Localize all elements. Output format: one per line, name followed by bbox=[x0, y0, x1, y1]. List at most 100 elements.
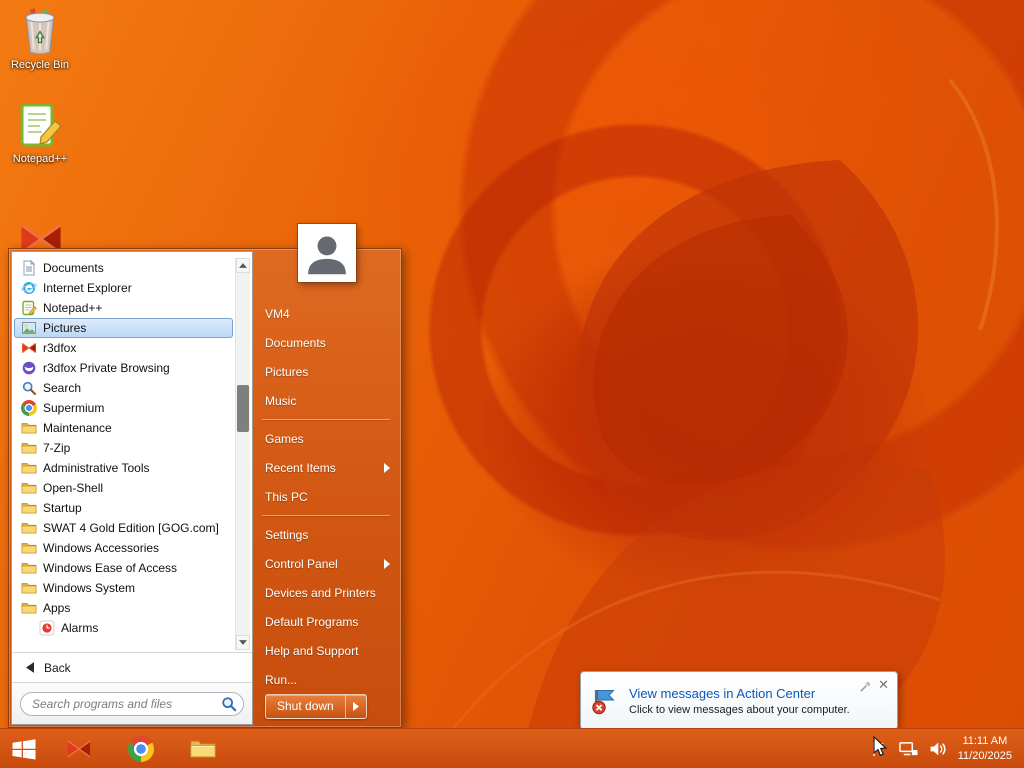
desktop-icon-recycle-bin[interactable]: Recycle Bin bbox=[4, 8, 76, 72]
notepadpp-desktop-icon bbox=[17, 102, 63, 150]
submenu-arrow-icon bbox=[384, 558, 390, 569]
folder-icon bbox=[21, 480, 37, 496]
start-menu-right-item[interactable]: Pictures bbox=[253, 357, 399, 386]
network-icon[interactable] bbox=[898, 741, 918, 757]
wrench-icon[interactable] bbox=[860, 679, 871, 692]
volume-icon[interactable] bbox=[929, 741, 948, 757]
right-item-label: Default Programs bbox=[265, 614, 359, 629]
taskbar-button-file-explorer[interactable] bbox=[172, 729, 234, 768]
start-menu-item[interactable]: Administrative Tools bbox=[14, 458, 233, 478]
start-menu-right-item[interactable]: Devices and Printers bbox=[253, 578, 399, 607]
start-menu-item-label: Windows System bbox=[43, 581, 136, 595]
start-menu-item[interactable]: Windows System bbox=[14, 578, 233, 598]
folder-icon bbox=[21, 500, 37, 516]
start-menu-item-label: Maintenance bbox=[43, 421, 112, 435]
start-menu-item-label: Pictures bbox=[43, 321, 87, 335]
start-menu-item[interactable]: Alarms bbox=[14, 618, 233, 638]
desktop-icon-label: Notepad++ bbox=[12, 153, 68, 165]
start-menu-right-item[interactable]: Recent Items bbox=[253, 453, 399, 482]
start-menu-item[interactable]: SWAT 4 Gold Edition [GOG.com] bbox=[14, 518, 233, 538]
taskbar-spacer bbox=[234, 729, 869, 768]
start-menu-item-label: Notepad++ bbox=[43, 301, 103, 315]
desktop: Recycle Bin Notepad++ Documents Internet E… bbox=[0, 0, 1024, 768]
folder-icon bbox=[21, 580, 37, 596]
start-menu-right-item[interactable]: Default Programs bbox=[253, 607, 399, 636]
start-menu-item[interactable]: Notepad++ bbox=[14, 298, 233, 318]
start-menu-item[interactable]: Supermium bbox=[14, 398, 233, 418]
folder-icon bbox=[21, 540, 37, 556]
start-menu-item-label: r3dfox bbox=[43, 341, 77, 355]
start-menu-right-item[interactable]: Control Panel bbox=[253, 549, 399, 578]
clock-date: 11/20/2025 bbox=[957, 749, 1012, 762]
start-menu-item-label: Windows Accessories bbox=[43, 541, 160, 555]
start-menu-item-label: r3dfox Private Browsing bbox=[43, 361, 170, 375]
start-menu-item[interactable]: Apps bbox=[14, 598, 233, 618]
start-menu-item-label: Alarms bbox=[61, 621, 99, 635]
start-menu-item[interactable]: Search bbox=[14, 378, 233, 398]
folder-icon bbox=[21, 420, 37, 436]
right-item-label: Pictures bbox=[265, 364, 309, 379]
scrollbar-thumb[interactable] bbox=[237, 385, 249, 433]
start-menu-right-item[interactable]: Games bbox=[253, 424, 399, 453]
start-menu-item-label: Supermium bbox=[43, 401, 105, 415]
start-button[interactable] bbox=[0, 729, 48, 768]
start-menu-item[interactable]: Windows Ease of Access bbox=[14, 558, 233, 578]
search-input[interactable] bbox=[20, 691, 244, 716]
taskbar-clock[interactable]: 11:11 AM 11/20/2025 bbox=[954, 729, 1024, 768]
start-menu-item[interactable]: Internet Explorer bbox=[14, 278, 233, 298]
start-menu: Documents Internet Explorer Notepad++ Pictu… bbox=[8, 224, 402, 728]
start-menu-right-item[interactable]: Documents bbox=[253, 328, 399, 357]
start-menu-item-label: Windows Ease of Access bbox=[43, 561, 178, 575]
start-menu-right-item[interactable]: Help and Support bbox=[253, 636, 399, 665]
scrollbar-track[interactable] bbox=[236, 273, 250, 635]
start-menu-item[interactable]: Startup bbox=[14, 498, 233, 518]
start-menu-item[interactable]: Windows Accessories bbox=[14, 538, 233, 558]
scroll-down-button[interactable] bbox=[236, 635, 250, 650]
start-menu-item-label: Apps bbox=[43, 601, 71, 615]
folder-icon bbox=[21, 520, 37, 536]
search-magnifier-icon[interactable] bbox=[221, 696, 237, 712]
right-item-label: Music bbox=[265, 393, 297, 408]
close-icon[interactable]: ✕ bbox=[878, 678, 889, 691]
start-menu-right-item[interactable]: Run... bbox=[253, 665, 399, 694]
back-button[interactable]: Back bbox=[12, 652, 252, 682]
start-menu-right-item[interactable]: This PC bbox=[253, 482, 399, 511]
shutdown-options-arrow[interactable] bbox=[344, 695, 366, 718]
start-menu-item-label: Administrative Tools bbox=[43, 461, 150, 475]
taskbar-button-r3dfox[interactable] bbox=[48, 729, 110, 768]
private-browsing-icon bbox=[21, 360, 37, 376]
start-menu-item-label: 7-Zip bbox=[43, 441, 71, 455]
start-menu-item[interactable]: Maintenance bbox=[14, 418, 233, 438]
folder-icon bbox=[21, 600, 37, 616]
start-menu-right-item[interactable]: Settings bbox=[253, 520, 399, 549]
desktop-icon-notepad[interactable]: Notepad++ bbox=[4, 102, 76, 166]
user-avatar[interactable] bbox=[298, 224, 356, 282]
start-menu-right-list: VM4 Documents Pictures Music Games Recent Ite… bbox=[253, 299, 399, 694]
start-menu-item[interactable]: Pictures bbox=[14, 318, 233, 338]
supermium-icon bbox=[21, 400, 37, 416]
notification-title[interactable]: View messages in Action Center bbox=[629, 686, 888, 701]
start-menu-item-label: SWAT 4 Gold Edition [GOG.com] bbox=[43, 521, 219, 535]
start-menu-item[interactable]: r3dfox Private Browsing bbox=[14, 358, 233, 378]
start-menu-item[interactable]: Open-Shell bbox=[14, 478, 233, 498]
scrollbar[interactable] bbox=[235, 258, 250, 650]
start-menu-item[interactable]: 7-Zip bbox=[14, 438, 233, 458]
start-menu-right-item[interactable]: VM4 bbox=[253, 299, 399, 328]
right-item-label: Settings bbox=[265, 527, 309, 542]
notepadpp-icon bbox=[21, 300, 37, 316]
shutdown-button[interactable]: Shut down bbox=[266, 695, 345, 718]
start-menu-item[interactable]: Documents bbox=[14, 258, 233, 278]
taskbar-button-supermium[interactable] bbox=[110, 729, 172, 768]
windows-logo-icon bbox=[11, 736, 37, 762]
alarms-icon bbox=[39, 620, 55, 636]
right-item-label: Recent Items bbox=[265, 460, 336, 475]
scroll-up-button[interactable] bbox=[236, 258, 250, 273]
start-menu-right-item[interactable]: Music bbox=[253, 386, 399, 415]
right-item-label: Devices and Printers bbox=[265, 585, 376, 600]
start-menu-left-panel: Documents Internet Explorer Notepad++ Pictu… bbox=[11, 251, 253, 725]
notification-balloon[interactable]: View messages in Action Center Click to … bbox=[580, 671, 898, 730]
clock-time: 11:11 AM bbox=[962, 735, 1008, 748]
start-menu-item[interactable]: r3dfox bbox=[14, 338, 233, 358]
folder-icon bbox=[21, 560, 37, 576]
separator bbox=[262, 419, 390, 420]
